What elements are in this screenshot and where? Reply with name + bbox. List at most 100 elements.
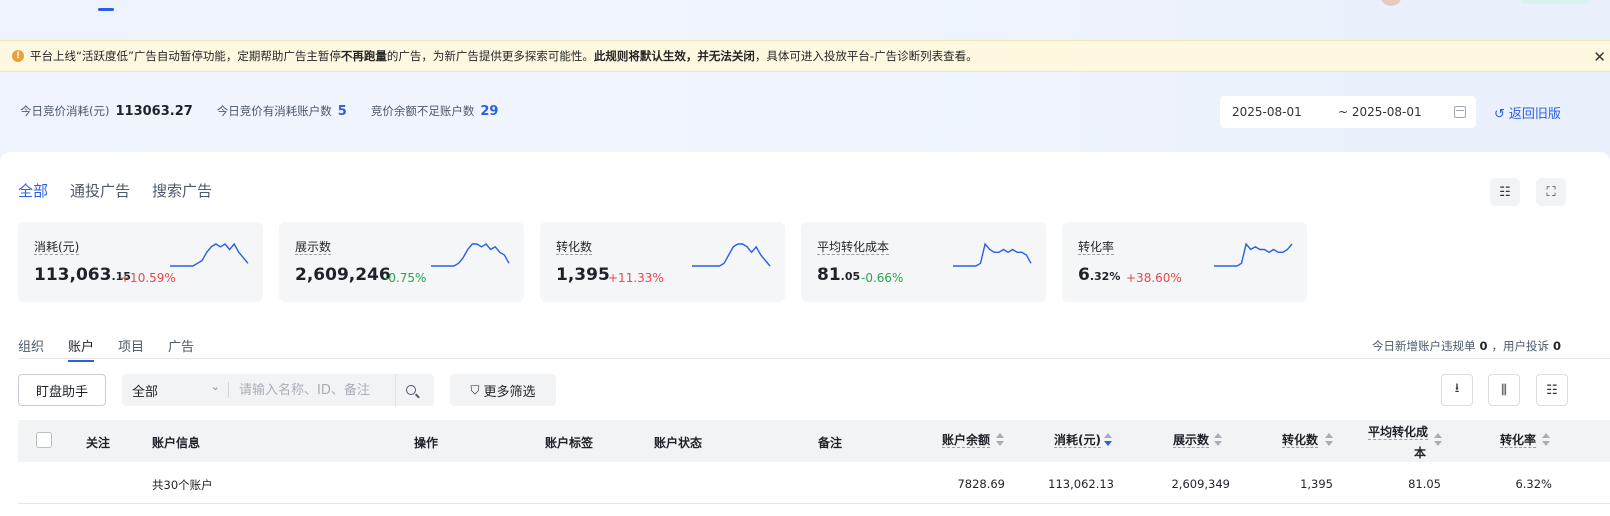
spend-value: 113063.27 <box>115 103 193 119</box>
table-settings-button[interactable]: ☷ <box>1536 374 1568 406</box>
sort-desc-icon[interactable] <box>1104 433 1112 447</box>
download-icon: ⭳ <box>1454 381 1460 396</box>
avatar[interactable] <box>1380 0 1402 6</box>
main-panel: 全部 通投广告 搜索广告 ☷ ⛶ 消耗(元) 113,063.15 +10.59… <box>0 152 1610 516</box>
select-all-checkbox[interactable] <box>36 432 52 448</box>
fullscreen-button[interactable]: ⛶ <box>1536 178 1566 206</box>
metric-value: 6.32% <box>1078 265 1121 285</box>
tab-general-ads[interactable]: 通投广告 <box>70 180 130 201</box>
sparkline-chart <box>431 243 510 267</box>
col-operations: 操作 <box>414 436 439 450</box>
metric-label: 平均转化成本 <box>817 240 890 255</box>
metric-label: 消耗(元) <box>34 240 80 255</box>
sort-icon[interactable] <box>996 433 1004 447</box>
summary-avg-cost: 81.05 <box>1408 477 1441 491</box>
search-group: 全部 ⌄ <box>122 374 434 406</box>
col-account-tags: 账户标签 <box>545 436 594 450</box>
calendar-icon <box>1454 106 1466 118</box>
today-stats: 今日竞价消耗(元) 113063.27 今日竞价有消耗账户数 5 竞价余额不足账… <box>20 103 522 119</box>
metric-change: -0.75% <box>384 271 427 285</box>
sliders-icon: ☷ <box>1546 382 1558 398</box>
fullscreen-icon: ⛶ <box>1546 184 1556 200</box>
notice-text-3: 的广告，为新广告提供更多探索可能性。 <box>386 49 594 63</box>
sparkline-chart <box>953 242 1032 267</box>
low-balance-value[interactable]: 29 <box>480 104 498 119</box>
sparkline-line <box>431 243 510 267</box>
scope-select-value: 全部 <box>132 384 159 400</box>
search-button[interactable] <box>395 374 425 406</box>
table-header: 关注 账户信息 操作 账户标签 账户状态 备注 账户余额 消耗(元) 展示数 转… <box>18 420 1610 462</box>
top-nav-strip <box>0 0 1610 40</box>
metric-label: 转化率 <box>1078 240 1115 255</box>
sparkline-line <box>1214 242 1293 267</box>
spend-label: 今日竞价消耗(元) <box>20 104 110 118</box>
col-conversions[interactable]: 转化数 <box>1282 433 1319 448</box>
back-link-label: 返回旧版 <box>1508 107 1561 122</box>
tab-all[interactable]: 全部 <box>18 180 48 201</box>
download-button[interactable]: ⭳ <box>1441 374 1473 406</box>
notice-text-5: ，具体可进入投放平台-广告诊断列表查看。 <box>754 49 978 63</box>
notice-text-2: 不再跑量 <box>340 49 387 63</box>
col-remark: 备注 <box>818 436 843 450</box>
notice-text-1: 平台上线“活跃度低”广告自动暂停功能，定期帮助广告主暂停 <box>30 49 341 63</box>
metric-card-conversion-rate[interactable]: 转化率 6.32% +38.60% <box>1062 222 1307 302</box>
metric-label: 展示数 <box>295 240 332 255</box>
sort-icon[interactable] <box>1214 433 1222 447</box>
violation-count[interactable]: 0 <box>1480 339 1488 353</box>
metric-change: +38.60% <box>1126 271 1182 285</box>
sort-icon[interactable] <box>1542 433 1550 447</box>
category-tabs: 全部 通投广告 搜索广告 <box>18 180 212 201</box>
undo-icon: ↺ <box>1494 107 1505 122</box>
metric-value: 1,395 <box>556 265 610 285</box>
monitor-assistant-button[interactable]: 盯盘助手 <box>18 374 106 406</box>
close-icon[interactable]: ✕ <box>1593 48 1606 66</box>
sparkline-line <box>953 242 1032 267</box>
columns-icon: ⫼ <box>1501 382 1507 398</box>
more-filters-button[interactable]: ⛉ 更多筛选 <box>450 374 556 406</box>
col-avg-cost-line1[interactable]: 平均转化成 <box>1368 425 1429 440</box>
sparkline-chart <box>170 242 249 267</box>
notice-bar: ! 平台上线“活跃度低”广告自动暂停功能，定期帮助广告主暂停 不再跑量 的广告，为新… <box>0 40 1610 72</box>
accounts-label: 今日竞价有消耗账户数 <box>216 104 332 118</box>
summary-impressions: 2,609,349 <box>1171 477 1230 491</box>
top-pill-button[interactable] <box>1520 0 1590 4</box>
metric-value: 2,609,246 <box>295 265 391 285</box>
violation-summary: 今日新增账户违规单 0 ，用户投诉 0 <box>1372 338 1565 354</box>
summary-conversion-rate: 6.32% <box>1515 477 1552 491</box>
metric-card-conversions[interactable]: 转化数 1,395 +11.33% <box>540 222 785 302</box>
scope-select[interactable]: 全部 ⌄ <box>122 379 228 400</box>
settings-sliders-button[interactable]: ☷ <box>1490 178 1520 206</box>
violation-label: 今日新增账户违规单 <box>1372 339 1476 353</box>
sparkline-line <box>692 243 771 267</box>
search-icon <box>405 385 416 395</box>
complaint-label: ，用户投诉 <box>1491 339 1550 353</box>
metric-cards: 消耗(元) 113,063.15 +10.59% 展示数 2,609,246 -… <box>18 222 1307 302</box>
col-follow: 关注 <box>86 436 111 450</box>
tab-search-ads[interactable]: 搜索广告 <box>152 180 212 201</box>
sort-icon[interactable] <box>1325 433 1333 447</box>
metric-change: +10.59% <box>120 271 176 285</box>
col-balance[interactable]: 账户余额 <box>942 433 991 448</box>
col-spend[interactable]: 消耗(元) <box>1054 433 1101 448</box>
metric-change: -0.66% <box>861 271 904 285</box>
end-date[interactable]: ~ 2025-08-01 <box>1338 105 1422 119</box>
sort-icon[interactable] <box>1434 433 1442 447</box>
accounts-value[interactable]: 5 <box>338 104 347 119</box>
summary-conversions: 1,395 <box>1300 477 1333 491</box>
metric-value: 81.05 <box>817 265 861 285</box>
search-input[interactable] <box>229 382 395 398</box>
metric-card-impressions[interactable]: 展示数 2,609,246 -0.75% <box>279 222 524 302</box>
column-settings-button[interactable]: ⫼ <box>1488 374 1520 406</box>
col-impressions[interactable]: 展示数 <box>1173 433 1210 448</box>
chevron-down-icon: ⌄ <box>210 379 220 393</box>
summary-label: 共30个账户 <box>152 478 213 492</box>
complaint-count[interactable]: 0 <box>1553 339 1561 353</box>
low-balance-label: 竞价余额不足账户数 <box>370 104 475 118</box>
start-date[interactable]: 2025-08-01 <box>1232 105 1302 119</box>
back-to-old-version-link[interactable]: ↺ 返回旧版 <box>1494 103 1561 122</box>
metric-card-spend[interactable]: 消耗(元) 113,063.15 +10.59% <box>18 222 263 302</box>
col-conversion-rate[interactable]: 转化率 <box>1500 433 1537 448</box>
date-range-picker[interactable]: 2025-08-01 ~ 2025-08-01 <box>1220 96 1476 128</box>
notice-text-4: 此规则将默认生效，并无法关闭 <box>593 49 755 63</box>
metric-card-avg-cost[interactable]: 平均转化成本 81.05 -0.66% <box>801 222 1046 302</box>
